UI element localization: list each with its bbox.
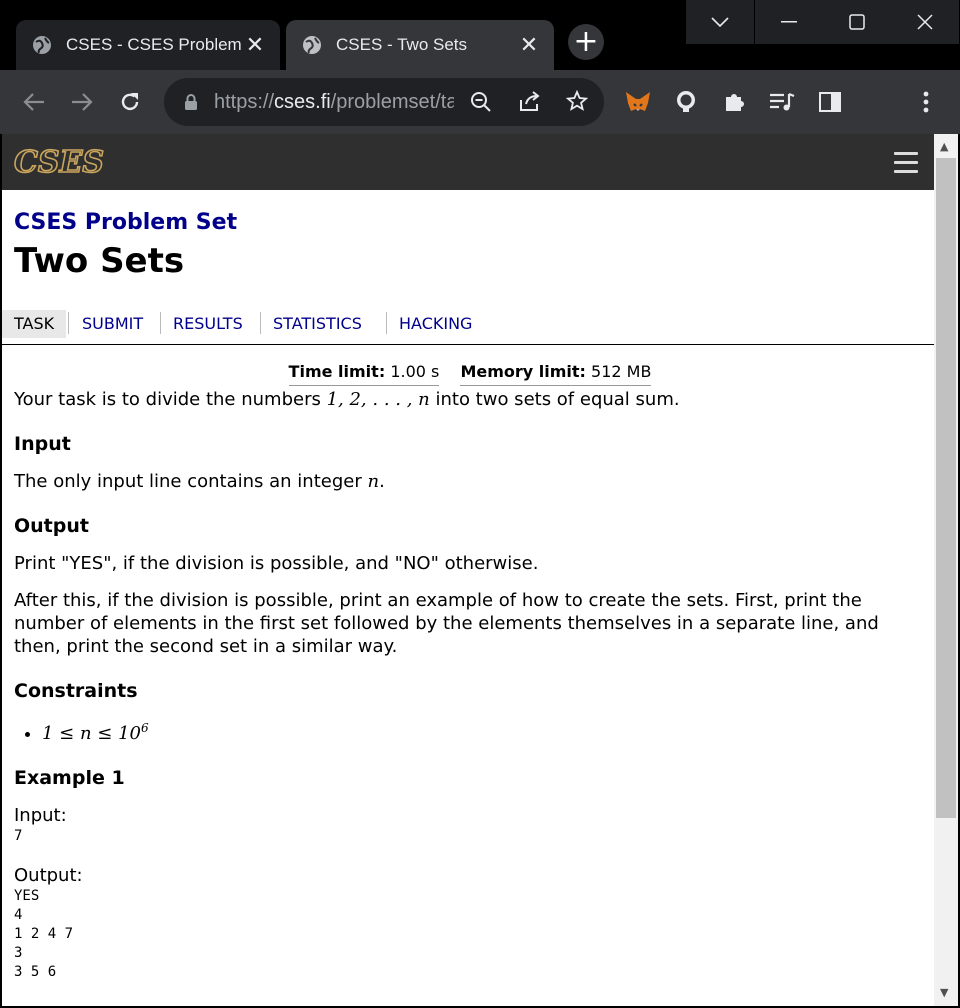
input-text-end: . xyxy=(379,471,385,492)
chevron-down-icon xyxy=(711,17,729,27)
url-scheme: https:// xyxy=(214,91,275,113)
example-output: YES 4 1 2 4 7 3 3 5 6 xyxy=(14,888,74,980)
new-tab-button[interactable]: + xyxy=(568,24,604,60)
output-details: After this, if the division is possible,… xyxy=(14,590,879,657)
example-output-label: Output: xyxy=(14,865,83,886)
url-path: /problemset/task/1092 xyxy=(330,91,454,113)
url-text: https://cses.fi/problemset/task/1092 xyxy=(214,91,454,114)
share-icon[interactable] xyxy=(518,90,542,112)
example-input: 7 xyxy=(14,828,23,844)
close-icon xyxy=(917,14,933,30)
intro-math: 1, 2, . . . , n xyxy=(326,389,430,410)
bookmark-star-icon[interactable] xyxy=(566,90,588,112)
intro-text: Your task is to divide the numbers xyxy=(14,389,327,410)
memory-limit: Memory limit: 512 MB xyxy=(460,360,652,386)
scrollbar-thumb[interactable] xyxy=(936,158,956,818)
close-tab-icon[interactable]: ✕ xyxy=(516,33,542,58)
constraint-math: 1 ≤ n ≤ 10 xyxy=(42,723,141,744)
input-heading: Input xyxy=(14,433,71,455)
tab-task[interactable]: TASK xyxy=(2,310,67,338)
hamburger-bar xyxy=(894,170,918,173)
metamask-extension-button[interactable] xyxy=(620,84,656,120)
task-body: Time limit: 1.00 s Memory limit: 512 MB … xyxy=(14,360,926,982)
tab-submit[interactable]: SUBMIT xyxy=(70,310,155,338)
limits-line: Time limit: 1.00 s Memory limit: 512 MB xyxy=(14,360,926,386)
tab-statistics[interactable]: STATISTICS xyxy=(261,310,374,338)
hamburger-menu-icon[interactable] xyxy=(894,152,918,179)
time-limit-label: Time limit: xyxy=(288,362,386,381)
task-nav: TASK SUBMIT RESULTS STATISTICS HACKING xyxy=(2,310,934,345)
globe-icon xyxy=(33,36,51,54)
site-header: CSES xyxy=(2,134,934,190)
lightbulb-extension-button[interactable] xyxy=(668,84,704,120)
reload-icon xyxy=(121,93,139,111)
scroll-up-arrow-icon[interactable]: ▲ xyxy=(940,140,948,153)
input-text: The only input line contains an integer xyxy=(14,471,368,492)
back-button[interactable] xyxy=(16,84,52,120)
constraint-exponent: 6 xyxy=(141,721,149,735)
tab-search-button[interactable] xyxy=(686,0,754,44)
constraint-item: 1 ≤ n ≤ 106 xyxy=(42,717,926,745)
input-description: The only input line contains an integer … xyxy=(14,470,926,493)
example-input-label: Input: xyxy=(14,805,67,826)
output-description: Print "YES", if the division is possible… xyxy=(14,553,539,574)
tab-title: CSES - CSES Problem Set xyxy=(66,35,242,54)
input-math: n xyxy=(367,471,380,492)
cses-logo[interactable]: CSES xyxy=(14,146,126,176)
side-panel-icon xyxy=(819,92,841,112)
browser-toolbar: https://cses.fi/problemset/task/1092 xyxy=(0,70,960,134)
logo-text: CSES xyxy=(14,146,104,176)
time-limit: Time limit: 1.00 s xyxy=(288,360,440,386)
extensions-button[interactable] xyxy=(716,84,752,120)
task-intro: Your task is to divide the numbers 1, 2,… xyxy=(14,388,926,411)
browser-tab-strip: CSES - CSES Problem Set ✕ CSES - Two Set… xyxy=(0,0,960,70)
tab-hacking[interactable]: HACKING xyxy=(387,310,484,338)
media-control-button[interactable] xyxy=(764,84,800,120)
url-host: cses.fi xyxy=(274,91,331,113)
close-tab-icon[interactable]: ✕ xyxy=(242,33,268,58)
maximize-button[interactable] xyxy=(823,0,891,44)
hamburger-bar xyxy=(894,161,918,164)
kebab-menu-icon xyxy=(923,91,929,113)
playlist-music-icon xyxy=(770,92,795,111)
page-title: Two Sets xyxy=(14,241,185,281)
time-limit-value: 1.00 s xyxy=(390,362,440,381)
minimize-button[interactable] xyxy=(755,0,823,44)
intro-text-end: into two sets of equal sum. xyxy=(429,389,680,410)
side-panel-button[interactable] xyxy=(812,84,848,120)
page-viewport: CSES CSES Problem Set Two Sets TASK SUBM… xyxy=(2,134,934,1006)
constraints-list: 1 ≤ n ≤ 106 xyxy=(14,717,926,745)
maximize-icon xyxy=(849,14,865,30)
back-arrow-icon xyxy=(23,93,44,111)
vertical-scrollbar[interactable]: ▲ ▼ xyxy=(934,134,958,1006)
tab-two-sets[interactable]: CSES - Two Sets ✕ xyxy=(286,20,554,70)
tab-results[interactable]: RESULTS xyxy=(161,310,255,338)
fox-icon xyxy=(626,92,650,111)
hamburger-bar xyxy=(894,152,918,155)
zoom-icon[interactable] xyxy=(470,91,492,113)
nav-divider xyxy=(68,312,69,334)
close-window-button[interactable] xyxy=(891,0,959,44)
title-area: CSES Problem Set Two Sets xyxy=(14,190,926,281)
tab-title: CSES - Two Sets xyxy=(336,35,468,54)
example-heading: Example 1 xyxy=(14,767,125,789)
memory-limit-label: Memory limit: xyxy=(460,362,586,381)
output-heading: Output xyxy=(14,515,89,537)
globe-icon xyxy=(303,36,321,54)
address-bar[interactable]: https://cses.fi/problemset/task/1092 xyxy=(164,78,604,126)
lock-icon xyxy=(185,94,197,110)
reload-button[interactable] xyxy=(112,84,148,120)
tab-problem-set[interactable]: CSES - CSES Problem Set ✕ xyxy=(16,20,280,70)
browser-menu-button[interactable] xyxy=(908,84,944,120)
puzzle-icon xyxy=(726,94,744,111)
lightbulb-icon xyxy=(677,91,695,112)
scroll-down-arrow-icon[interactable]: ▼ xyxy=(940,986,948,999)
minimize-icon xyxy=(781,21,797,23)
problem-set-link[interactable]: CSES Problem Set xyxy=(14,210,926,235)
forward-button[interactable] xyxy=(64,84,100,120)
constraints-heading: Constraints xyxy=(14,680,138,702)
memory-limit-value: 512 MB xyxy=(591,362,652,381)
forward-arrow-icon xyxy=(72,93,93,111)
